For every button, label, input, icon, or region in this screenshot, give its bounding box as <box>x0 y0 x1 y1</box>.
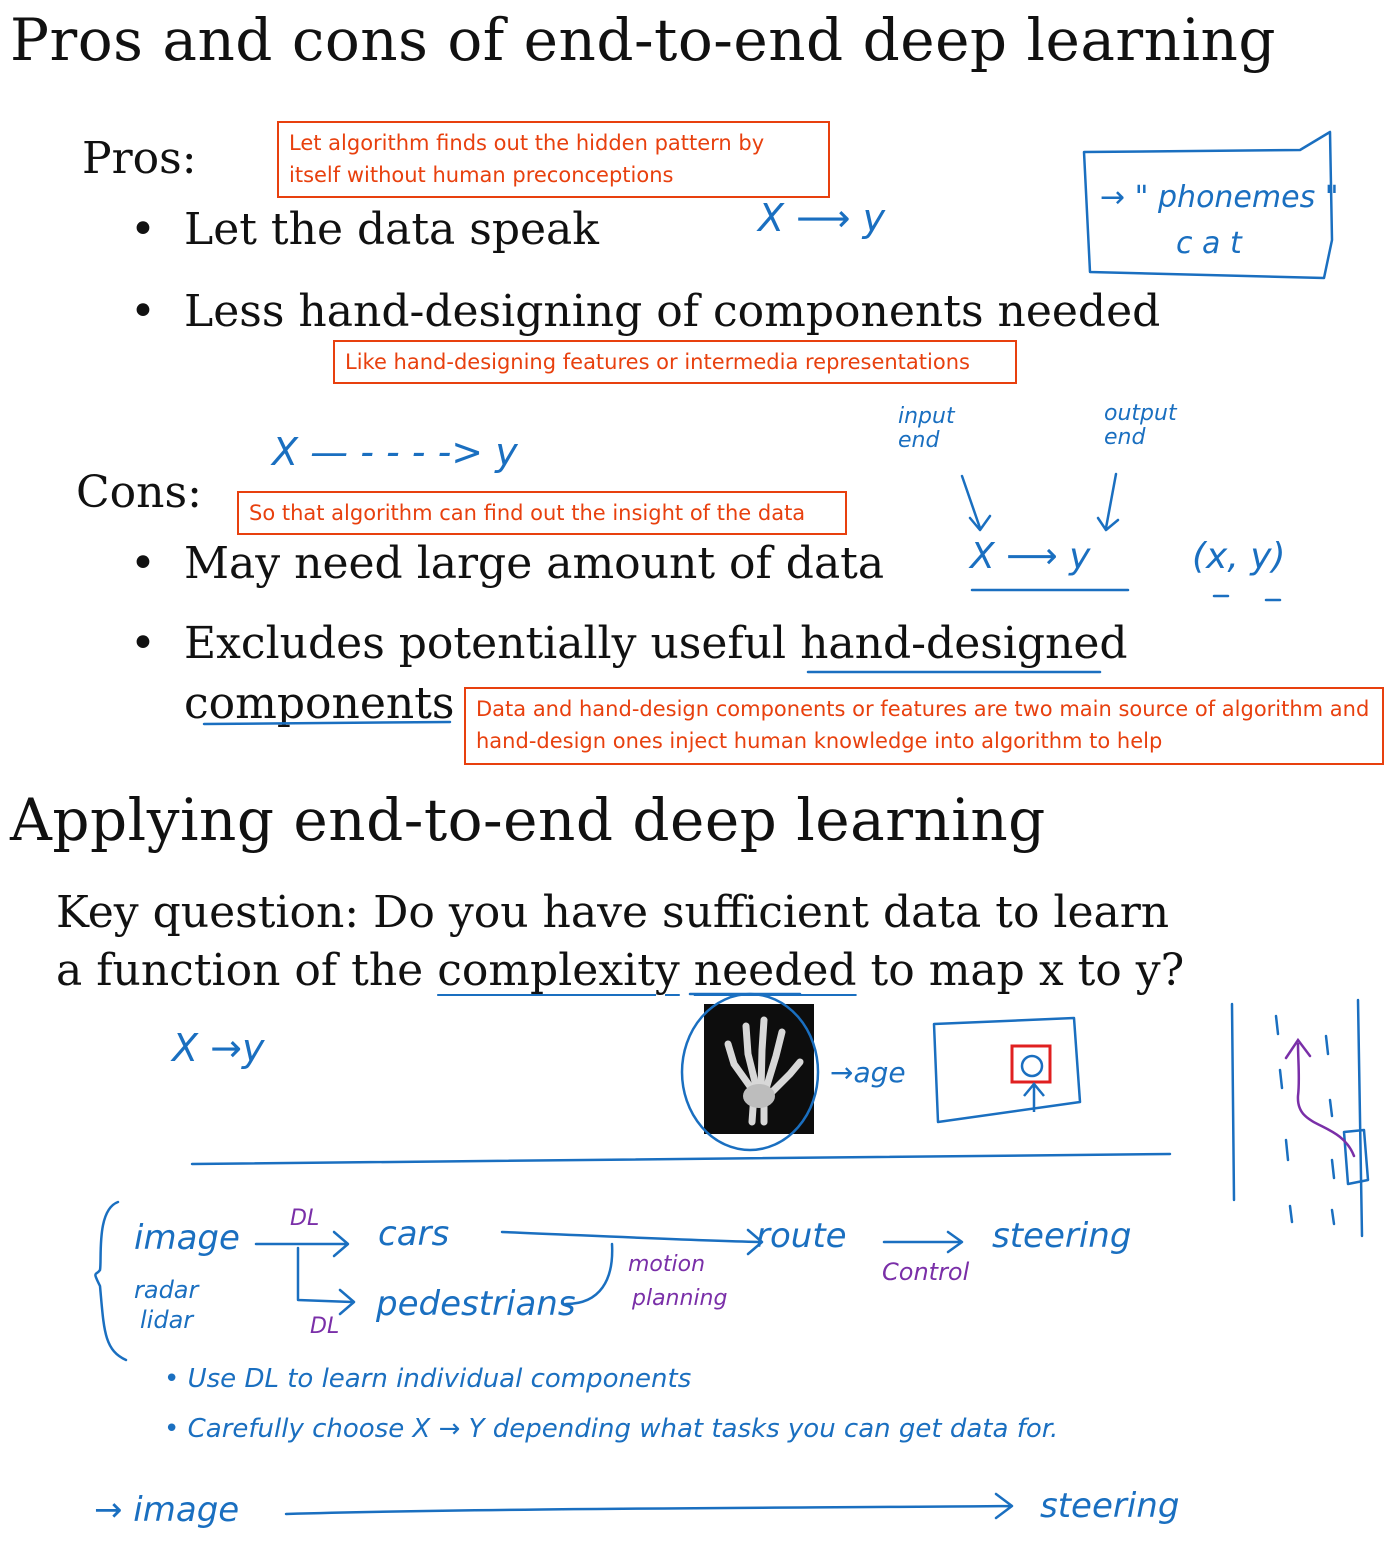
pedestrians-curve <box>564 1242 614 1306</box>
input-end-arrow <box>960 474 992 532</box>
image-to-steering-arrow <box>284 1492 1014 1520</box>
road-center-dashes <box>1274 1014 1336 1226</box>
image-to-cars-arrow <box>254 1230 350 1258</box>
car-box <box>932 1016 1082 1124</box>
left-brace <box>94 1200 128 1362</box>
cars-to-route-arrow <box>500 1228 764 1256</box>
xray-circle <box>680 992 820 1152</box>
phonemes-box <box>1082 130 1334 280</box>
handwritten-ink-layer <box>94 130 1370 1520</box>
separator-line <box>190 1152 1172 1166</box>
output-end-arrow <box>1096 472 1120 532</box>
image-to-pedestrians-arrow <box>296 1246 356 1316</box>
xy-pair-underlines <box>1212 594 1282 602</box>
car-rect <box>1342 1128 1370 1186</box>
road-left-edge <box>1230 1002 1236 1202</box>
route-to-steering-arrow <box>882 1230 964 1254</box>
detected-car-marker <box>1020 1054 1044 1078</box>
road-right-edge <box>1356 998 1364 1238</box>
components-underline <box>202 720 452 726</box>
